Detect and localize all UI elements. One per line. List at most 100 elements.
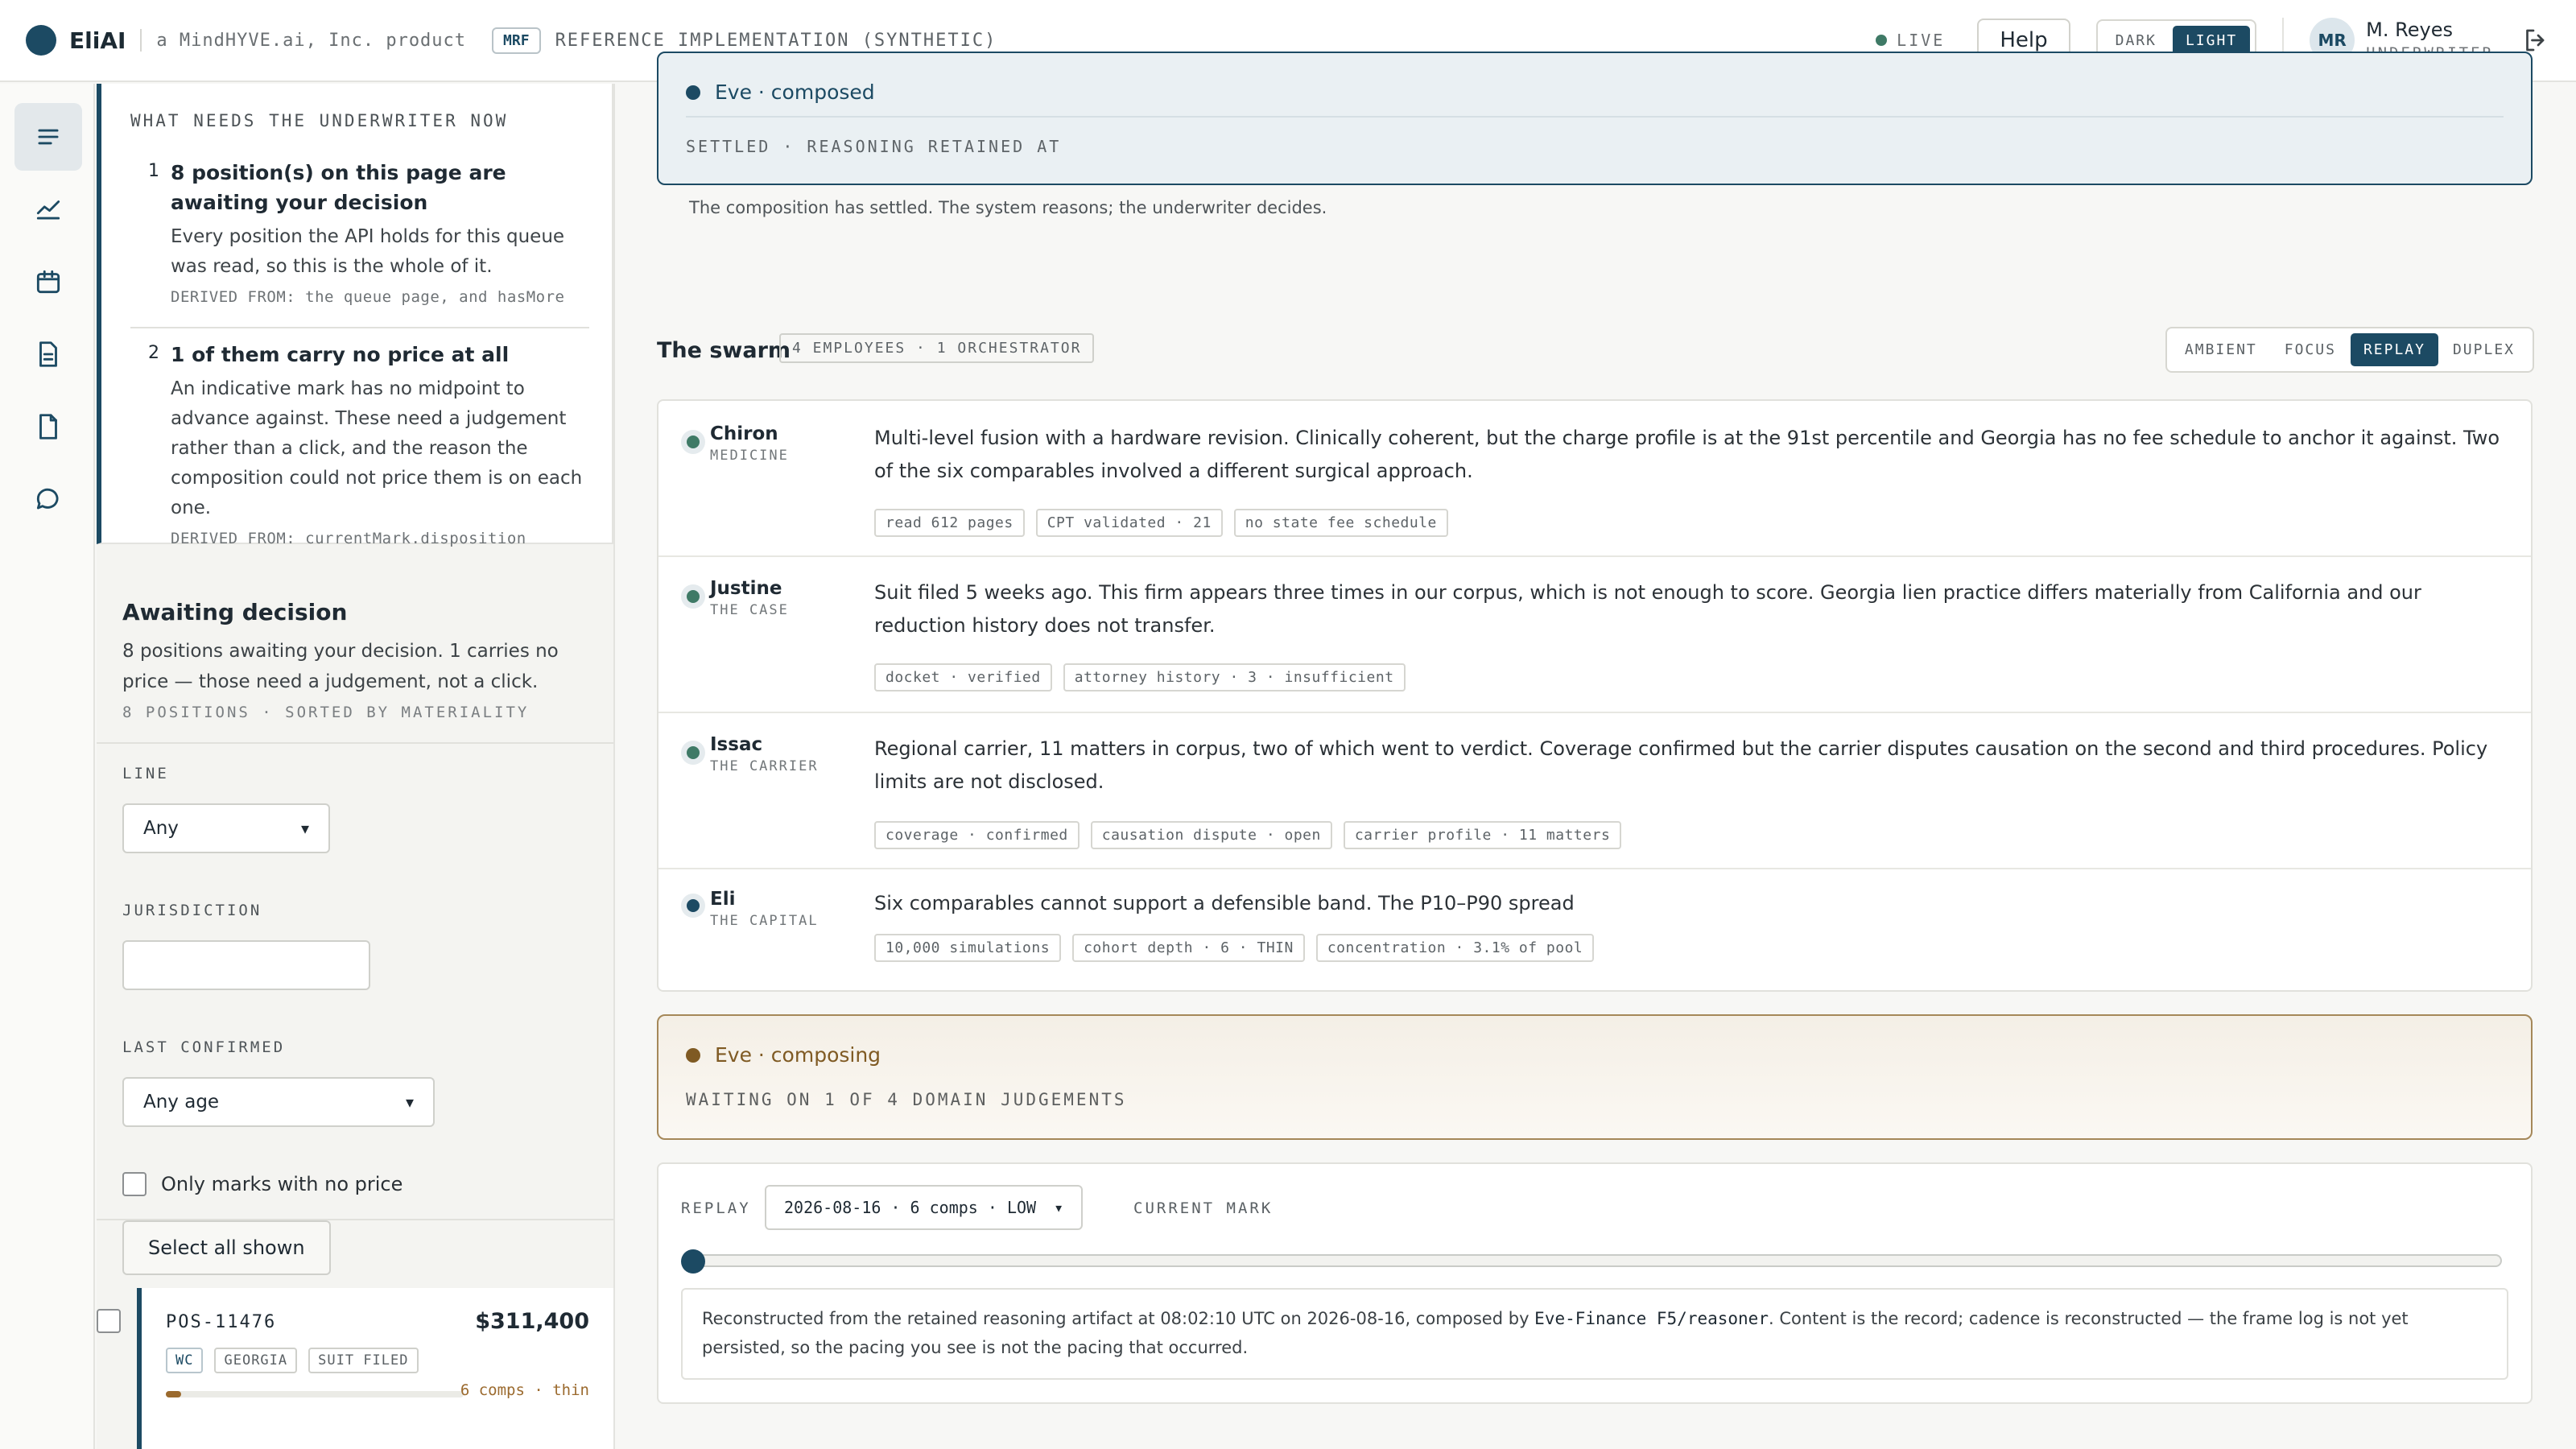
agent-name: Issac <box>710 734 763 755</box>
no-price-filter[interactable]: Only marks with no price <box>122 1172 402 1196</box>
jurisdiction-filter-label: JURISDICTION <box>122 902 262 919</box>
rail-files-button[interactable] <box>14 393 82 460</box>
mode-replay[interactable]: REPLAY <box>2350 333 2438 366</box>
position-tag: GEORGIA <box>214 1348 298 1373</box>
menu-icon <box>38 129 59 145</box>
queue-panel: WHAT NEEDS THE UNDERWRITER NOW 1 8 posit… <box>97 84 615 1449</box>
brand-logo-icon <box>26 25 56 56</box>
replay-slider-track[interactable] <box>686 1254 2502 1267</box>
position-tag: SUIT FILED <box>308 1348 419 1373</box>
agent-role: MEDICINE <box>710 448 789 464</box>
position-id: POS-11476 <box>166 1312 277 1332</box>
last-confirmed-label: LAST CONFIRMED <box>122 1038 286 1056</box>
agent-tag: concentration · 3.1% of pool <box>1315 934 1595 962</box>
replay-slider-thumb[interactable] <box>681 1249 705 1274</box>
agent-status-icon <box>681 430 705 454</box>
file-icon <box>39 414 57 440</box>
replay-panel: REPLAY 2026-08-16 · 6 comps · LOW ▾ CURR… <box>657 1162 2533 1404</box>
last-confirmed-select[interactable]: Any age ▾ <box>122 1077 435 1127</box>
agent-status-icon <box>681 894 705 918</box>
mode-duplex[interactable]: DUPLEX <box>2440 333 2528 366</box>
divider <box>658 555 2531 557</box>
calendar-icon <box>36 270 60 294</box>
eve-composing-card: Eve · composing WAITING ON 1 OF 4 DOMAIN… <box>657 1014 2533 1140</box>
brand-divider <box>140 29 142 52</box>
mrf-badge: MRF <box>492 27 541 54</box>
position-checkbox[interactable] <box>97 1309 121 1333</box>
swarm-agents-list: Chiron MEDICINE Multi-level fusion with … <box>657 399 2533 992</box>
no-price-label: Only marks with no price <box>161 1173 403 1195</box>
product-line: a MindHYVE.ai, Inc. product <box>156 30 467 51</box>
agent-tags: coverage · confirmed causation dispute ·… <box>874 821 1622 849</box>
agent-tag: 10,000 simulations <box>874 934 1062 962</box>
position-tags: WC GEORGIA SUIT FILED <box>166 1348 419 1373</box>
theme-light-option[interactable]: LIGHT <box>2172 25 2251 56</box>
replay-note: Reconstructed from the retained reasonin… <box>681 1288 2508 1380</box>
replay-select[interactable]: 2026-08-16 · 6 comps · LOW ▾ <box>765 1185 1084 1230</box>
need-divider <box>130 327 589 328</box>
no-price-checkbox[interactable] <box>122 1172 147 1196</box>
need-derived: DERIVED FROM: currentMark.disposition <box>171 530 526 547</box>
rail-documents-button[interactable] <box>14 320 82 388</box>
reference-label: REFERENCE IMPLEMENTATION (SYNTHETIC) <box>555 30 997 51</box>
main-content: Eve · composed SETTLED · REASONING RETAI… <box>617 52 2576 1449</box>
need-body: Every position the API holds for this qu… <box>171 226 565 277</box>
agent-name: Chiron <box>710 423 778 444</box>
eve-settled-header: Eve · composed <box>686 80 875 104</box>
rail-analytics-button[interactable] <box>14 175 82 243</box>
needs-panel: WHAT NEEDS THE UNDERWRITER NOW 1 8 posit… <box>97 84 613 547</box>
trend-chart-icon <box>36 200 60 220</box>
line-filter-label: LINE <box>122 765 169 782</box>
select-all-button[interactable]: Select all shown <box>122 1220 331 1275</box>
agent-text: Regional carrier, 11 matters in corpus, … <box>874 737 2488 793</box>
cohort-depth-bar <box>166 1391 464 1397</box>
awaiting-title: Awaiting decision <box>122 599 348 625</box>
replay-label: REPLAY <box>681 1199 751 1217</box>
divider <box>97 742 613 744</box>
agent-tag: coverage · confirmed <box>874 821 1080 849</box>
divider <box>686 116 2504 118</box>
eve-settled-title: Eve · composed <box>715 80 875 104</box>
agent-tag: docket · verified <box>874 663 1052 691</box>
logout-icon[interactable] <box>2521 26 2550 55</box>
current-mark-label: CURRENT MARK <box>1133 1199 1274 1217</box>
need-heading: 8 position(s) on this page are awaiting … <box>171 161 506 214</box>
awaiting-meta: 8 POSITIONS · SORTED BY MATERIALITY <box>122 704 530 721</box>
last-confirmed-value: Any age <box>143 1092 220 1113</box>
swarm-title: The swarm <box>657 338 791 363</box>
awaiting-description: 8 positions awaiting your decision. 1 ca… <box>122 641 559 692</box>
line-filter-value: Any <box>143 818 179 839</box>
nav-rail <box>0 84 95 1449</box>
rail-queue-button[interactable] <box>14 103 82 171</box>
agent-tag: read 612 pages <box>874 509 1025 537</box>
rail-calendar-button[interactable] <box>14 248 82 316</box>
rail-chat-button[interactable] <box>14 465 82 533</box>
chevron-down-icon: ▾ <box>405 1092 414 1112</box>
live-indicator-icon <box>1876 35 1888 46</box>
agent-text: Suit filed 5 weeks ago. This firm appear… <box>874 581 2421 637</box>
jurisdiction-input[interactable] <box>122 940 370 990</box>
mode-ambient[interactable]: AMBIENT <box>2172 333 2270 366</box>
theme-dark-option[interactable]: DARK <box>2103 26 2169 56</box>
agent-tag: CPT validated · 21 <box>1035 509 1223 537</box>
live-label: LIVE <box>1897 31 1946 50</box>
replay-select-value: 2026-08-16 · 6 comps · LOW <box>784 1198 1037 1217</box>
mode-focus[interactable]: FOCUS <box>2272 333 2349 366</box>
status-dot-icon <box>686 85 700 100</box>
settled-caption: The composition has settled. The system … <box>689 198 1327 217</box>
agent-status-icon <box>681 584 705 609</box>
need-number: 2 <box>148 343 159 363</box>
brand-name: EliAI <box>69 27 126 54</box>
status-dot-icon <box>686 1047 700 1063</box>
position-card[interactable]: POS-11476 $311,400 WC GEORGIA SUIT FILED… <box>137 1288 613 1449</box>
chevron-down-icon: ▾ <box>1054 1198 1064 1217</box>
agent-name: Justine <box>710 578 782 599</box>
line-filter-select[interactable]: Any ▾ <box>122 803 330 853</box>
eve-settled-card: Eve · composed SETTLED · REASONING RETAI… <box>657 52 2533 185</box>
agent-tag: cohort depth · 6 · THIN <box>1072 934 1305 962</box>
eve-composing-note: WAITING ON 1 OF 4 DOMAIN JUDGEMENTS <box>686 1090 1127 1109</box>
agent-tag: carrier profile · 11 matters <box>1343 821 1622 849</box>
position-comps: 6 comps · thin <box>460 1381 589 1399</box>
position-tag: WC <box>166 1348 204 1373</box>
eve-settled-note: SETTLED · REASONING RETAINED AT <box>686 137 1062 156</box>
